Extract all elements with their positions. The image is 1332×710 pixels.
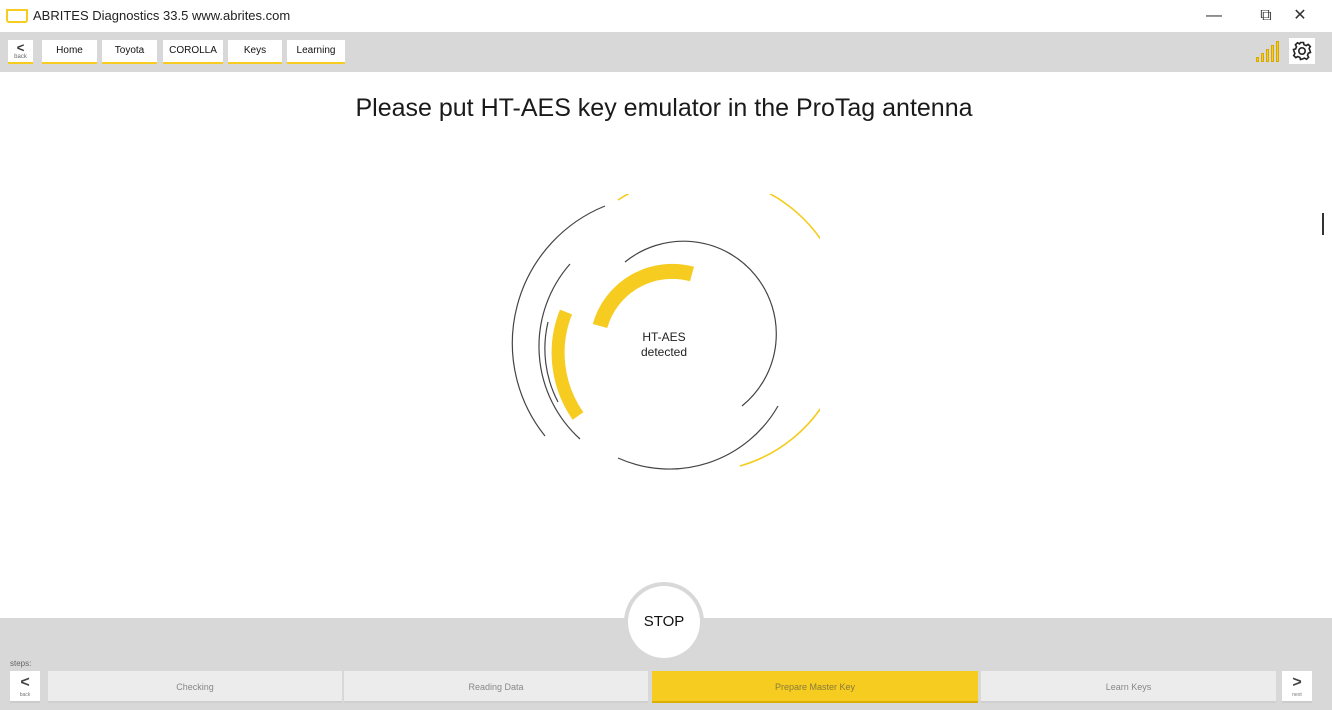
minimize-button[interactable]: — <box>1196 4 1232 28</box>
steps-back-label: back <box>19 692 31 698</box>
signal-strength-icon <box>1256 40 1282 62</box>
window-title: ABRITES Diagnostics 33.5 www.abrites.com <box>33 8 291 23</box>
inner-arc-yellow-top <box>592 263 694 329</box>
middle-arc-dark-bottom <box>617 405 779 470</box>
abrites-logo-icon <box>6 9 28 23</box>
close-button[interactable]: ✕ <box>1282 4 1318 28</box>
main-panel: Please put HT-AES key emulator in the Pr… <box>8 72 1320 618</box>
settings-button[interactable] <box>1289 38 1315 64</box>
chevron-left-icon: < <box>20 674 30 691</box>
steps-label: steps: <box>10 659 32 668</box>
back-label: back <box>14 54 27 60</box>
chevron-left-icon: < <box>16 40 25 55</box>
steps-next-button[interactable]: > next <box>1282 671 1312 703</box>
status-line-2: detected <box>640 345 688 359</box>
app-window: ABRITES Diagnostics 33.5 www.abrites.com… <box>0 0 1332 710</box>
title-bar: ABRITES Diagnostics 33.5 www.abrites.com… <box>0 0 1332 32</box>
status-line-1: HT-AES <box>642 330 686 344</box>
inner-arc-yellow-left <box>551 309 584 420</box>
breadcrumb-home[interactable]: Home <box>42 40 97 64</box>
breadcrumb-learning[interactable]: Learning <box>287 40 345 64</box>
step-prepare-master-key: Prepare Master Key <box>652 671 978 703</box>
detection-status: HT-AES detected <box>618 330 710 360</box>
steps-back-button[interactable]: < back <box>10 671 40 703</box>
step-checking: Checking <box>48 671 342 703</box>
scroll-marker <box>1322 213 1324 235</box>
breadcrumb-keys[interactable]: Keys <box>228 40 282 64</box>
breadcrumb-toolbar: < back Home Toyota COROLLA Keys Learning <box>0 32 1332 72</box>
gear-icon <box>1292 41 1312 61</box>
step-learn-keys: Learn Keys <box>981 671 1276 703</box>
back-button[interactable]: < back <box>8 40 33 64</box>
chevron-right-icon: > <box>1292 674 1302 691</box>
steps-next-label: next <box>1292 692 1302 698</box>
restore-button[interactable]: ⧉ <box>1248 4 1284 28</box>
inner-arc-dark-right <box>624 240 777 407</box>
breadcrumb-corolla[interactable]: COROLLA <box>163 40 223 64</box>
breadcrumb-toyota[interactable]: Toyota <box>102 40 157 64</box>
stop-button[interactable]: STOP <box>628 586 700 658</box>
instruction-heading: Please put HT-AES key emulator in the Pr… <box>355 94 973 122</box>
step-reading-data: Reading Data <box>344 671 648 703</box>
